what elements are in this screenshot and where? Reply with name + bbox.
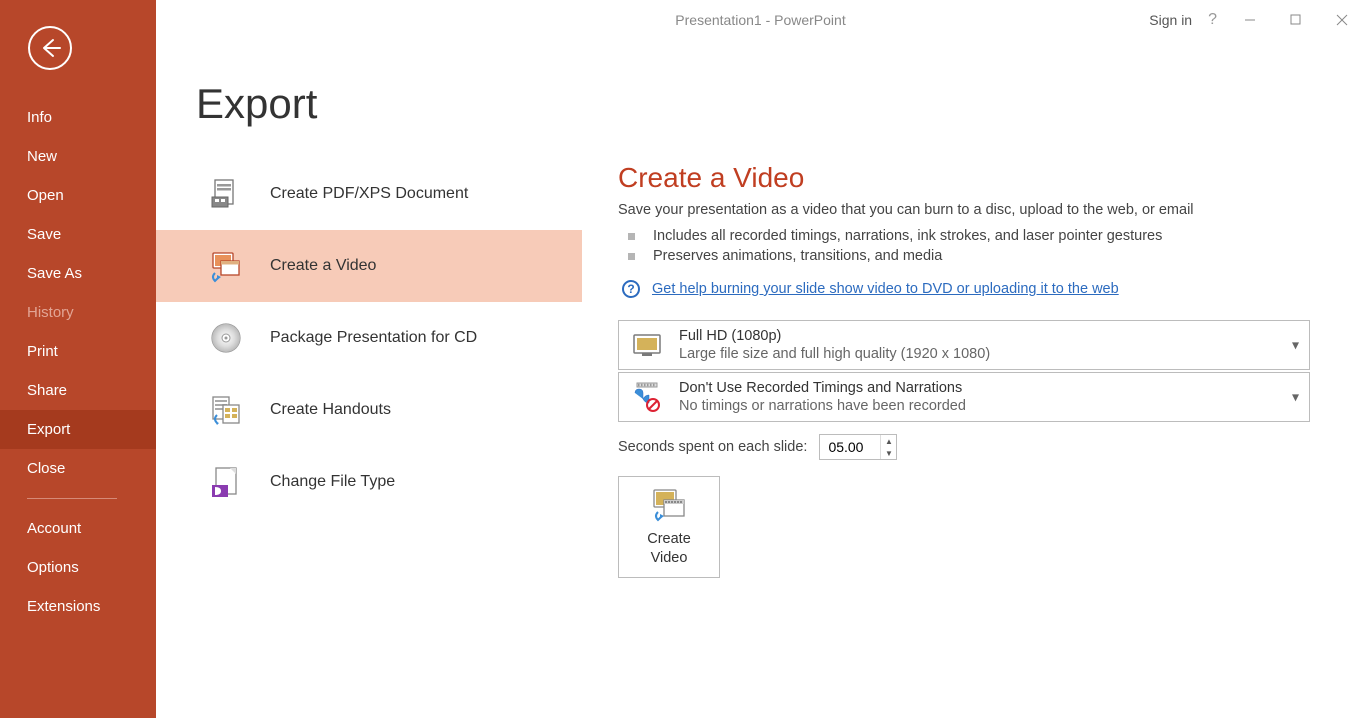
quality-dropdown[interactable]: Full HD (1080p) Large file size and full…: [618, 320, 1310, 370]
video-icon: [208, 248, 244, 284]
window-controls: Sign in ?: [1149, 0, 1365, 40]
export-option-label: Package Presentation for CD: [270, 329, 477, 347]
sidebar-item-print[interactable]: Print: [0, 332, 156, 371]
content-area: Presentation1 - PowerPoint Sign in ? Exp…: [156, 0, 1365, 718]
timings-icon: [629, 379, 665, 415]
sidebar-item-info[interactable]: Info: [0, 98, 156, 137]
quality-title: Full HD (1080p): [679, 328, 990, 344]
bullet-text: Includes all recorded timings, narration…: [653, 228, 1162, 244]
arrow-left-icon: [38, 36, 62, 60]
create-video-icon: [650, 486, 688, 524]
export-option-create-a-video[interactable]: Create a Video: [156, 230, 582, 302]
help-link[interactable]: Get help burning your slide show video t…: [652, 281, 1119, 297]
menu-divider: [27, 498, 117, 499]
maximize-icon: [1290, 14, 1302, 26]
minimize-icon: [1244, 14, 1256, 26]
sidebar-item-close[interactable]: Close: [0, 449, 156, 488]
quality-icon: [629, 327, 665, 363]
timings-title: Don't Use Recorded Timings and Narration…: [679, 380, 966, 396]
back-button[interactable]: [28, 26, 72, 70]
bullet-row: Includes all recorded timings, narration…: [628, 228, 1345, 244]
filetype-icon: [208, 464, 244, 500]
timings-sub: No timings or narrations have been recor…: [679, 398, 966, 414]
sidebar-item-new[interactable]: New: [0, 137, 156, 176]
detail-pane: Create a Video Save your presentation as…: [582, 158, 1365, 578]
sidebar-item-save-as[interactable]: Save As: [0, 254, 156, 293]
bullet-text: Preserves animations, transitions, and m…: [653, 248, 942, 264]
detail-title: Create a Video: [618, 162, 1345, 194]
seconds-row: Seconds spent on each slide: ▲ ▼: [618, 434, 1345, 460]
sidebar-item-open[interactable]: Open: [0, 176, 156, 215]
close-button[interactable]: [1319, 0, 1365, 40]
titlebar: Presentation1 - PowerPoint Sign in ?: [156, 0, 1365, 40]
chevron-down-icon: ▾: [1292, 337, 1299, 354]
detail-subtitle: Save your presentation as a video that y…: [618, 202, 1345, 218]
cd-icon: [208, 320, 244, 356]
close-icon: [1336, 14, 1348, 26]
sidebar-item-history: History: [0, 293, 156, 332]
help-button[interactable]: ?: [1208, 11, 1217, 29]
spinner-down-button[interactable]: ▼: [881, 447, 896, 459]
maximize-button[interactable]: [1273, 0, 1319, 40]
bullet-icon: [628, 253, 635, 260]
export-option-label: Create PDF/XPS Document: [270, 185, 468, 203]
create-video-button[interactable]: CreateVideo: [618, 476, 720, 578]
export-option-label: Create Handouts: [270, 401, 391, 419]
export-option-label: Create a Video: [270, 257, 376, 275]
seconds-spinner: ▲ ▼: [819, 434, 897, 460]
minimize-button[interactable]: [1227, 0, 1273, 40]
sidebar-item-share[interactable]: Share: [0, 371, 156, 410]
sidebar-item-save[interactable]: Save: [0, 215, 156, 254]
bullet-icon: [628, 233, 635, 240]
sidebar-item-options[interactable]: Options: [0, 548, 156, 587]
export-option-create-handouts[interactable]: Create Handouts: [156, 374, 582, 446]
backstage-sidebar: InfoNewOpenSaveSave AsHistoryPrintShareE…: [0, 0, 156, 718]
export-option-create-pdf-xps-document[interactable]: Create PDF/XPS Document: [156, 158, 582, 230]
spinner-up-button[interactable]: ▲: [881, 435, 896, 447]
handouts-icon: [208, 392, 244, 428]
pdf-icon: [208, 176, 244, 212]
export-option-change-file-type[interactable]: Change File Type: [156, 446, 582, 518]
seconds-label: Seconds spent on each slide:: [618, 439, 807, 455]
chevron-down-icon: ▾: [1292, 389, 1299, 406]
export-option-package-presentation-for-cd[interactable]: Package Presentation for CD: [156, 302, 582, 374]
export-option-label: Change File Type: [270, 473, 395, 491]
help-row: ? Get help burning your slide show video…: [622, 280, 1345, 298]
sidebar-item-account[interactable]: Account: [0, 509, 156, 548]
help-info-icon: ?: [622, 280, 640, 298]
page-title: Export: [196, 80, 1365, 128]
export-options-list: Create PDF/XPS Document Create a Video Pac…: [156, 158, 582, 578]
sidebar-item-export[interactable]: Export: [0, 410, 156, 449]
signin-button[interactable]: Sign in: [1149, 12, 1192, 28]
create-video-label: CreateVideo: [647, 530, 691, 568]
timings-dropdown[interactable]: Don't Use Recorded Timings and Narration…: [618, 372, 1310, 422]
quality-sub: Large file size and full high quality (1…: [679, 346, 990, 362]
seconds-input[interactable]: [820, 435, 880, 459]
bullet-row: Preserves animations, transitions, and m…: [628, 248, 1345, 264]
sidebar-item-extensions[interactable]: Extensions: [0, 587, 156, 626]
